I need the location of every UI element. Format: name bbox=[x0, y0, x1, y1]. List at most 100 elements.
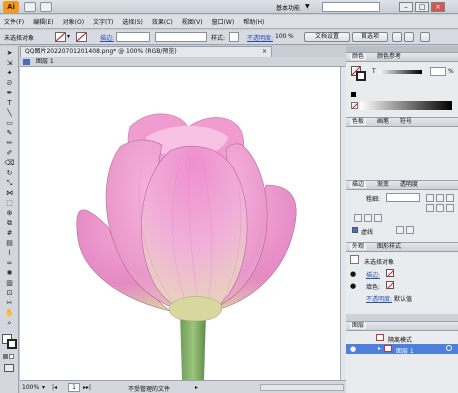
pencil-tool-icon[interactable]: ✏ bbox=[3, 139, 16, 148]
paintbrush-tool-icon[interactable]: ✎ bbox=[3, 129, 16, 138]
first-artboard-icon[interactable]: |◂ bbox=[52, 384, 57, 391]
layer-row-selected[interactable]: ● ▸ 图层 1 bbox=[346, 344, 458, 355]
zoom-level[interactable]: 100% bbox=[22, 384, 39, 391]
align-stroke-center-icon[interactable] bbox=[354, 214, 362, 222]
gradient-tool-icon[interactable]: ▤ bbox=[3, 239, 16, 248]
status-text[interactable]: 不受管理的文件 bbox=[128, 384, 170, 393]
eye-icon[interactable]: ● bbox=[350, 345, 356, 353]
color-mode-icon[interactable] bbox=[3, 354, 8, 359]
preferences-button[interactable]: 首选项 bbox=[352, 32, 388, 42]
panel-menu-icon[interactable] bbox=[420, 32, 430, 42]
free-transform-tool-icon[interactable]: ⬚ bbox=[3, 199, 16, 208]
workspace-switcher[interactable]: 基本功能 bbox=[276, 3, 300, 12]
zoom-tool-icon[interactable]: ⌕ bbox=[3, 319, 16, 328]
appearance-fill-label[interactable]: 填色: bbox=[366, 282, 380, 291]
cap-butt-icon[interactable] bbox=[426, 194, 434, 202]
none-swatch-icon[interactable] bbox=[386, 269, 395, 278]
column-graph-tool-icon[interactable]: ▥ bbox=[3, 279, 16, 288]
tab-swatches[interactable]: 色板 bbox=[350, 118, 367, 125]
stroke-color-icon[interactable] bbox=[356, 71, 366, 81]
fill-swatch[interactable] bbox=[55, 32, 66, 42]
k-slider[interactable] bbox=[378, 70, 422, 74]
gradient-mode-icon[interactable] bbox=[9, 354, 14, 359]
eye-icon[interactable]: ● bbox=[350, 270, 356, 278]
target-icon[interactable] bbox=[446, 345, 452, 351]
magic-wand-tool-icon[interactable]: ✦ bbox=[3, 69, 16, 78]
search-input[interactable] bbox=[322, 2, 380, 12]
perspective-grid-tool-icon[interactable]: ⧉ bbox=[3, 219, 16, 228]
tab-transparency[interactable]: 透明度 bbox=[400, 181, 418, 188]
rectangle-tool-icon[interactable]: ▭ bbox=[3, 119, 16, 128]
cap-square-icon[interactable] bbox=[446, 194, 454, 202]
lasso-tool-icon[interactable]: ᘐ bbox=[3, 79, 16, 88]
layer-row[interactable]: 隔离模式 bbox=[346, 333, 458, 344]
tab-color[interactable]: 颜色 bbox=[350, 53, 367, 60]
back-arrow-icon[interactable] bbox=[23, 59, 30, 65]
stroke-swatch[interactable] bbox=[76, 32, 87, 42]
eye-icon[interactable]: ● bbox=[350, 282, 356, 290]
appearance-opacity-label[interactable]: 不透明度: bbox=[366, 294, 392, 303]
black-swatch[interactable] bbox=[351, 92, 356, 97]
opacity-value[interactable]: 100 bbox=[275, 33, 286, 40]
tab-color-guide[interactable]: 颜色参考 bbox=[377, 53, 401, 60]
symbol-sprayer-tool-icon[interactable]: ✺ bbox=[3, 269, 16, 278]
cap-round-icon[interactable] bbox=[436, 194, 444, 202]
join-miter-icon[interactable] bbox=[426, 204, 434, 212]
expand-triangle-icon[interactable]: ▸ bbox=[378, 345, 381, 352]
color-spectrum[interactable] bbox=[360, 101, 452, 110]
line-tool-icon[interactable]: ╲ bbox=[3, 109, 16, 118]
status-menu-icon[interactable]: ▸ bbox=[195, 384, 198, 391]
arrange-documents-icon[interactable] bbox=[40, 2, 52, 12]
tab-appearance[interactable]: 外观 bbox=[350, 243, 367, 250]
chevron-down-icon[interactable]: ▼ bbox=[305, 3, 310, 10]
tab-symbols[interactable]: 符号 bbox=[400, 118, 412, 125]
direct-selection-tool-icon[interactable]: ⇲ bbox=[3, 59, 16, 68]
rotate-tool-icon[interactable]: ↻ bbox=[3, 169, 16, 178]
minimize-button[interactable]: – bbox=[399, 2, 413, 12]
join-bevel-icon[interactable] bbox=[446, 204, 454, 212]
appearance-stroke-label[interactable]: 描边: bbox=[366, 270, 380, 279]
stroke-weight-field[interactable] bbox=[116, 32, 150, 42]
menu-type[interactable]: 文字(T) bbox=[93, 17, 113, 26]
dash-preserve-icon[interactable] bbox=[396, 226, 404, 234]
document-setup-button[interactable]: 文档设置 bbox=[304, 32, 350, 42]
stroke-label[interactable]: 描边: bbox=[100, 33, 114, 42]
stroke-weight-field[interactable] bbox=[386, 193, 420, 202]
k-value-field[interactable] bbox=[430, 67, 446, 76]
bridge-icon[interactable] bbox=[24, 2, 36, 12]
tab-layers[interactable]: 图层 bbox=[350, 322, 367, 329]
mesh-tool-icon[interactable]: # bbox=[3, 229, 16, 238]
eraser-tool-icon[interactable]: ⌫ bbox=[3, 159, 16, 168]
align-icon[interactable] bbox=[392, 32, 402, 42]
close-button[interactable]: × bbox=[431, 2, 445, 12]
blob-brush-tool-icon[interactable]: ✐ bbox=[3, 149, 16, 158]
menu-help[interactable]: 帮助(H) bbox=[243, 17, 264, 26]
tab-graphic-styles[interactable]: 图形样式 bbox=[377, 243, 401, 250]
opacity-label[interactable]: 不透明度: bbox=[247, 33, 273, 42]
hand-tool-icon[interactable]: ✋ bbox=[3, 309, 16, 318]
chevron-down-icon[interactable]: ▾ bbox=[42, 384, 45, 391]
dash-align-icon[interactable] bbox=[406, 226, 414, 234]
artboard-number-field[interactable]: 1 bbox=[68, 383, 80, 392]
close-icon[interactable]: × bbox=[262, 47, 267, 57]
maximize-button[interactable]: □ bbox=[415, 2, 429, 12]
transform-icon[interactable] bbox=[404, 32, 414, 42]
pen-tool-icon[interactable]: ✒ bbox=[3, 89, 16, 98]
menu-edit[interactable]: 编辑(E) bbox=[33, 17, 53, 26]
eyedropper-tool-icon[interactable]: ⌇ bbox=[3, 249, 16, 258]
canvas[interactable] bbox=[20, 67, 340, 380]
blend-tool-icon[interactable]: ∞ bbox=[3, 259, 16, 268]
selection-tool-icon[interactable]: ➤ bbox=[3, 49, 16, 58]
dashed-line-checkbox[interactable] bbox=[352, 227, 358, 233]
menu-object[interactable]: 对象(O) bbox=[63, 17, 84, 26]
shape-builder-tool-icon[interactable]: ⊕ bbox=[3, 209, 16, 218]
tab-brushes[interactable]: 画笔 bbox=[377, 118, 389, 125]
menu-select[interactable]: 选择(S) bbox=[122, 17, 143, 26]
stroke-color-icon[interactable] bbox=[7, 339, 17, 349]
graphic-style-swatch[interactable] bbox=[229, 32, 239, 42]
width-tool-icon[interactable]: ⋈ bbox=[3, 189, 16, 198]
document-tab[interactable]: QQ图片20220701201408.png* @ 100% (RGB/预览) … bbox=[20, 46, 272, 57]
next-artboard-icon[interactable]: ▸▸| bbox=[83, 384, 91, 391]
align-stroke-outside-icon[interactable] bbox=[374, 214, 382, 222]
screen-mode-icon[interactable] bbox=[4, 364, 14, 372]
